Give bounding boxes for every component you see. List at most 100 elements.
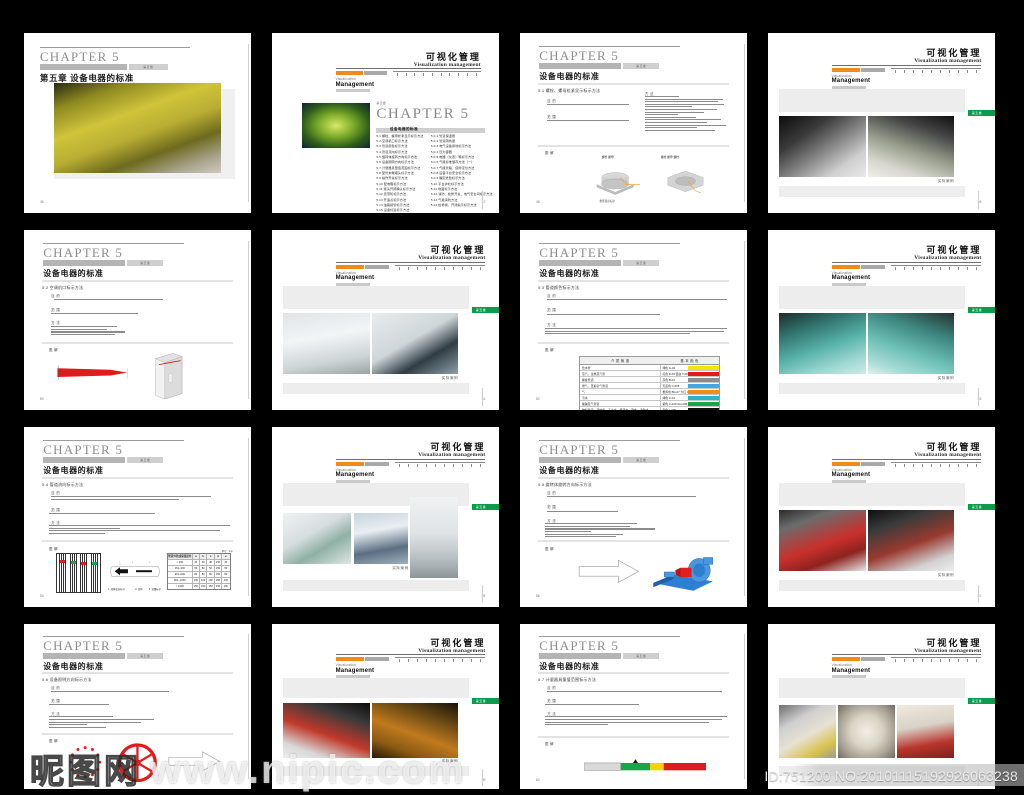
spread-6[interactable]: 可视化管理 Visualization management Visualiza… [272, 230, 499, 410]
method-text [51, 326, 178, 336]
page-5-5[interactable]: CHAPTER 5 第五章 设备电器的标准 5.5 旋转体旋转方向标示方法 目 … [520, 427, 747, 607]
table-cell: 150 [215, 584, 223, 589]
table-cell: 50 [224, 567, 228, 570]
chapter-tab-label: 第五章 [971, 699, 982, 704]
brand-mark-main: Management [335, 274, 375, 281]
cell-medium: 给水管 [582, 365, 591, 370]
spread-row-1: CHAPTER 5 第五章 第五章 设备电器的标准 46 可视化管理 Visua [0, 33, 1024, 213]
spread-9[interactable]: CHAPTER 5 第五章 设备电器的标准 5.4 管道流向标示方法 目 的 范… [24, 427, 251, 607]
page-5-3-photos[interactable]: 可视化管理 Visualization management Visualiza… [768, 230, 995, 410]
brand-bar-grey [365, 657, 389, 662]
brand-ruler [393, 71, 481, 77]
table-header-cell: a [192, 554, 200, 559]
page-spine [248, 43, 249, 203]
page-5-2[interactable]: CHAPTER 5 第五章 设备电器的标准 5.2 空调机口标示方法 目 的 范… [24, 230, 251, 410]
toc-chapter-title: CHAPTER 5 [376, 105, 470, 122]
chapter-bar-primary [43, 652, 125, 659]
toc-item[interactable]: 5.12 消防、检修开关、电气安全间标示方法 [431, 192, 493, 197]
spread-14[interactable]: 可视化管理 Visualization management Visualiza… [272, 624, 499, 789]
table-row[interactable]: > 1000 150 150 150 150 150 [168, 584, 230, 589]
spread-4[interactable]: 可视化管理 Visualization management Visualiza… [768, 33, 995, 213]
spread-3[interactable]: CHAPTER 5 第五章 设备电器的标准 5.1 螺栓、螺母松紧显示标示方法 … [520, 33, 747, 213]
label-illustration: 图 解 [48, 738, 58, 743]
brand-bar-grey [861, 67, 885, 72]
photo-left [779, 115, 866, 177]
purpose-text [547, 299, 729, 302]
cell-medium: 螺旋管道 [582, 377, 594, 382]
chapter-badge: 第五章 [126, 652, 164, 659]
chapter-rule [43, 439, 185, 441]
brand-title-cn: 可视化管理 [926, 245, 982, 256]
toc-column-right[interactable]: 5.0.1 管道保温层 5.0.2 管道隔热层 5.0.3 电气设备接地标示方法 5.… [431, 134, 493, 208]
bolt-diagram-1 [596, 172, 641, 195]
page-5-7-photos[interactable]: 可视化管理 Visualization management Visualiza… [768, 624, 995, 789]
spread-7[interactable]: CHAPTER 5 第五章 设备电器的标准 5.3 管道颜色标示方法 目 的 范… [520, 230, 747, 410]
page-5-6[interactable]: CHAPTER 5 第五章 设备电器的标准 5.6 设备照明方向标示方法 目 的… [24, 624, 251, 789]
table-header-cell: b [199, 554, 208, 559]
table-row[interactable]: 物料管道：液体泵、工业水、循环水、软水、消防水 黑色 L-005 [580, 407, 719, 410]
page-5-4-photos[interactable]: 可视化管理 Visualization management Visualiza… [272, 427, 499, 607]
pipe-color-table[interactable]: 介 质 管 道 基 本 颜 色给水管 绿色 G-04 蒸汽、过热蒸汽管 红色 R-03 … [579, 356, 720, 410]
cover-photo [53, 82, 222, 173]
table-cell: 150 [215, 572, 223, 577]
page-number: 50 [39, 397, 44, 401]
page-5-6-photos[interactable]: 可视化管理 Visualization management Visualiza… [272, 624, 499, 789]
spread-16[interactable]: 可视化管理 Visualization management Visualiza… [768, 624, 995, 789]
pipe-spec-table[interactable]: 管道外径或保温层外径 Dabcde< 15040404015040151~300… [167, 553, 231, 590]
spread-11[interactable]: CHAPTER 5 第五章 设备电器的标准 5.5 旋转体旋转方向标示方法 目 … [520, 427, 747, 607]
cell-color-name: 黑色 L-005 [660, 407, 688, 410]
purpose-text [51, 690, 210, 694]
page-5-7[interactable]: CHAPTER 5 第五章 设备电器的标准 5.7 计量器具量值范围标示方法 目… [520, 624, 747, 789]
page-cover[interactable]: CHAPTER 5 第五章 第五章 设备电器的标准 46 [24, 33, 251, 213]
photo-right-tall [410, 497, 459, 579]
chapter-head: CHAPTER 5 第五章 设备电器的标准 [539, 635, 681, 672]
section-heading: 5.5 旋转体旋转方向标示方法 [538, 481, 592, 487]
scope-text [48, 704, 208, 707]
brand-title-cn: 可视化管理 [926, 637, 982, 648]
page-5-1-photos[interactable]: 可视化管理 Visualization management Visualiza… [768, 33, 995, 213]
section-heading: 5.7 计量器具量值范围标示方法 [538, 676, 597, 682]
page-spine [482, 769, 483, 786]
spread-13[interactable]: CHAPTER 5 第五章 设备电器的标准 5.6 设备照明方向标示方法 目 的… [24, 624, 251, 789]
label-illustration: 图 解 [544, 546, 554, 551]
chapter-tab: 第五章 [967, 698, 995, 705]
photo-right [371, 703, 459, 758]
brand-bar-orange [831, 264, 861, 269]
spread-15[interactable]: CHAPTER 5 第五章 设备电器的标准 5.7 计量器具量值范围标示方法 目… [520, 624, 747, 789]
brand-header: 可视化管理 Visualization management Visualiza… [335, 52, 481, 93]
photo-left [283, 312, 370, 374]
figure-label-1: 螺栓 螺母 [601, 155, 614, 160]
page-toc[interactable]: 可视化管理 Visualization management Visualiza… [272, 33, 499, 213]
page-5-5-photos[interactable]: 可视化管理 Visualization management Visualiza… [768, 427, 995, 607]
spread-8[interactable]: 可视化管理 Visualization management Visualiza… [768, 230, 995, 410]
brand-title-cn: 可视化管理 [430, 245, 486, 256]
chapter-bar: 第五章 [43, 652, 184, 659]
page-5-2-photos[interactable]: 可视化管理 Visualization management Visualiza… [272, 230, 499, 410]
gauge-scale-diagram [583, 759, 707, 771]
spread-5[interactable]: CHAPTER 5 第五章 设备电器的标准 5.2 空调机口标示方法 目 的 范… [24, 230, 251, 410]
chapter-tab-label: 第五章 [475, 699, 486, 704]
chapter-bar-primary [39, 63, 127, 70]
page-5-1[interactable]: CHAPTER 5 第五章 设备电器的标准 5.1 螺栓、螺母松紧显示标示方法 … [520, 33, 747, 213]
brand-mark-main: Management [831, 667, 871, 674]
section-rule [42, 671, 233, 674]
table-cell: 601~1000 [168, 578, 193, 583]
chapter-tab: 第五章 [967, 110, 995, 117]
color-swatch [688, 389, 719, 394]
spread-10[interactable]: 可视化管理 Visualization management Visualiza… [272, 427, 499, 607]
chapter-tab-label: 第五章 [971, 308, 982, 313]
spread-12[interactable]: 可视化管理 Visualization management Visualiza… [768, 427, 995, 607]
toc-column-left[interactable]: 5.1 螺栓、螺母松紧显示标示方法 5.2 空调机口标示方法 5.3 管道颜色标示方… [376, 134, 423, 213]
spread-2[interactable]: 可视化管理 Visualization management Visualiza… [272, 33, 499, 213]
page-5-3[interactable]: CHAPTER 5 第五章 设备电器的标准 5.3 管道颜色标示方法 目 的 范… [520, 230, 747, 410]
brand-bar-orange [831, 657, 861, 662]
brand-title-cn: 可视化管理 [430, 637, 486, 648]
photo-gauge-left [779, 704, 837, 758]
page-5-4[interactable]: CHAPTER 5 第五章 设备电器的标准 5.4 管道流向标示方法 目 的 范… [24, 427, 251, 607]
chapter-subtitle: 设备电器的标准 [539, 71, 600, 81]
section-rule [538, 83, 729, 86]
chapter-bar-primary [539, 456, 621, 463]
spread-1[interactable]: CHAPTER 5 第五章 第五章 设备电器的标准 46 [24, 33, 251, 213]
page-number: 48 [535, 200, 540, 204]
table-cell: 80 [193, 572, 200, 577]
